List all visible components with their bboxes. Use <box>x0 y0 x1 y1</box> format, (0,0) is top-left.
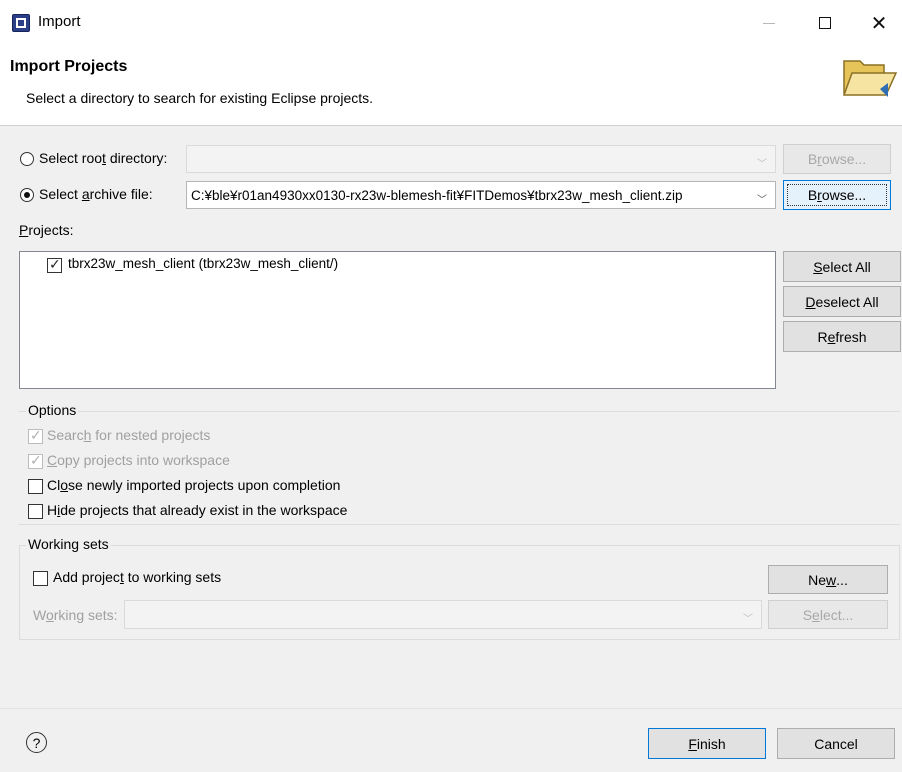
working-sets-title: Working sets <box>26 536 111 552</box>
archive-file-label: Select archive file: <box>39 186 153 202</box>
new-working-set-button[interactable]: Ne w... <box>768 565 888 594</box>
archive-file-radio[interactable] <box>20 188 34 202</box>
copy-projects-checkbox[interactable] <box>28 452 43 469</box>
close-button[interactable]: ✕ <box>856 0 902 46</box>
project-item-label: tbrx23w_mesh_client (tbrx23w_mesh_client… <box>68 256 339 271</box>
options-title: Options <box>26 402 79 418</box>
root-directory-label: Select root directory: <box>39 150 168 166</box>
help-icon: ? <box>32 734 41 751</box>
chevron-down-icon: ﹀ <box>757 159 767 170</box>
select-all-button[interactable]: Select All <box>783 251 901 282</box>
maximize-button[interactable] <box>802 0 848 46</box>
deselect-all-button[interactable]: Deselect All <box>783 286 901 317</box>
browse-archive-button[interactable]: Br owse... <box>783 180 891 210</box>
dialog-header <box>0 46 902 126</box>
projects-list[interactable] <box>19 251 776 389</box>
search-nested-checkbox[interactable] <box>28 427 43 444</box>
chevron-down-icon: ﹀ <box>757 195 767 206</box>
projects-label: Projects: <box>19 222 74 238</box>
minimize-button[interactable] <box>746 0 792 46</box>
add-to-working-sets-checkbox[interactable] <box>33 571 48 586</box>
copy-projects-label: Copy projects into workspace <box>47 452 230 468</box>
select-working-set-button[interactable]: Se lect... <box>768 600 888 629</box>
archive-file-path: C:¥ble¥r01an4930xx0130-rx23w-blemesh-fit… <box>191 187 683 203</box>
finish-button[interactable]: Finish <box>648 728 766 759</box>
hide-existing-checkbox[interactable] <box>28 504 43 519</box>
close-icon: ✕ <box>870 12 888 35</box>
working-sets-label: Working sets: <box>33 607 118 623</box>
help-button[interactable]: ? <box>26 732 47 753</box>
browse-root-button[interactable]: Br owse... <box>783 144 891 174</box>
root-directory-radio[interactable] <box>20 152 34 166</box>
footer-divider <box>0 708 902 709</box>
window-title: Import <box>38 13 81 30</box>
root-directory-combo[interactable]: ﹀ <box>186 145 776 173</box>
cancel-button[interactable]: Cancel <box>777 728 895 759</box>
archive-file-combo[interactable]: C:¥ble¥r01an4930xx0130-rx23w-blemesh-fit… <box>186 181 776 209</box>
page-title: Import Projects <box>10 58 128 75</box>
search-nested-label: Search for nested projects <box>47 427 211 443</box>
add-to-working-sets-label: Add project to working sets <box>53 569 222 585</box>
minimize-icon <box>763 22 775 24</box>
maximize-icon <box>819 17 831 29</box>
eclipse-import-icon <box>12 14 30 32</box>
page-description: Select a directory to search for existin… <box>26 90 374 106</box>
chevron-down-icon: ﹀ <box>743 614 753 625</box>
close-imported-checkbox[interactable] <box>28 479 43 494</box>
working-sets-combo[interactable]: ﹀ <box>124 600 762 629</box>
hide-existing-label: Hide projects that already exist in the … <box>47 502 348 518</box>
project-checkbox[interactable] <box>47 256 62 273</box>
folder-icon <box>842 60 898 97</box>
refresh-button[interactable]: Re fresh <box>783 321 901 352</box>
close-imported-label: Close newly imported projects upon compl… <box>47 477 341 493</box>
